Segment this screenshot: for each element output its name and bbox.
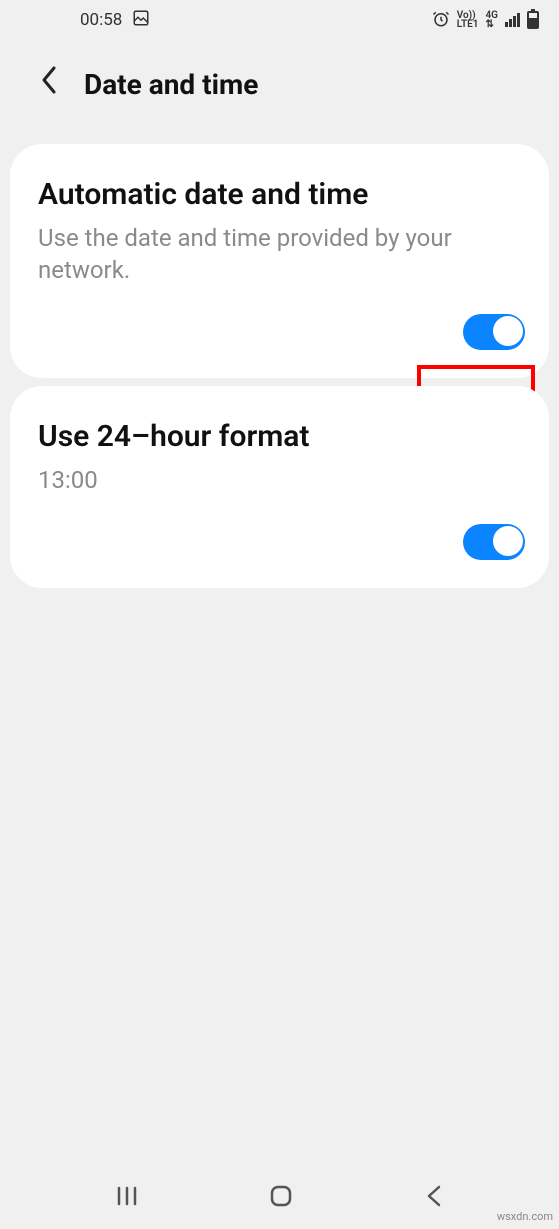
status-right: Vo)) LTE1 4G ⇅ <box>432 10 539 31</box>
auto-subtitle: Use the date and time provided by your n… <box>38 222 525 287</box>
24-hour-card[interactable]: Use 24–hour format 13:00 <box>10 386 549 588</box>
signal-icon <box>505 13 520 27</box>
toggle-knob <box>492 525 524 557</box>
auto-title: Automatic date and time <box>38 176 525 214</box>
h24-toggle[interactable] <box>463 524 525 560</box>
recents-icon[interactable] <box>113 1182 141 1214</box>
back-icon[interactable] <box>40 64 60 104</box>
battery-icon <box>527 11 539 29</box>
nav-bar <box>0 1167 559 1229</box>
status-time: 00:58 <box>80 10 122 30</box>
status-bar: 00:58 Vo)) LTE1 4G ⇅ <box>0 0 559 40</box>
alarm-icon <box>432 10 450 31</box>
volte-icon: Vo)) LTE1 <box>457 11 479 29</box>
h24-subtitle: 13:00 <box>38 464 525 496</box>
network-icon: 4G ⇅ <box>485 11 498 29</box>
watermark: wsxdn.com <box>497 1210 553 1223</box>
page-title: Date and time <box>84 68 258 101</box>
header: Date and time <box>0 40 559 128</box>
auto-date-time-card[interactable]: Automatic date and time Use the date and… <box>10 144 549 378</box>
gallery-icon <box>132 9 150 32</box>
auto-toggle[interactable] <box>463 314 525 350</box>
h24-title: Use 24–hour format <box>38 418 525 456</box>
toggle-knob <box>492 315 524 347</box>
nav-back-icon[interactable] <box>422 1182 446 1214</box>
home-icon[interactable] <box>267 1182 295 1214</box>
status-left: 00:58 <box>80 9 150 32</box>
